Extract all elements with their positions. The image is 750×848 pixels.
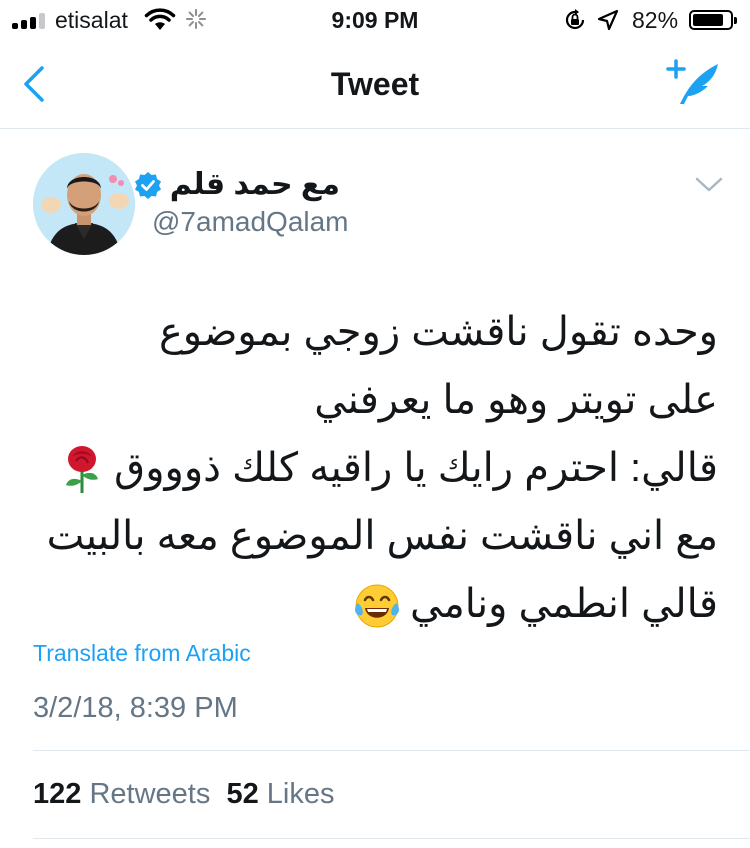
- author-name-row: مع حمد قلم: [134, 167, 340, 202]
- rose-emoji-icon: [66, 446, 99, 494]
- author-handle[interactable]: @7amadQalam: [152, 206, 349, 238]
- likes-stat[interactable]: 52 Likes: [226, 778, 334, 810]
- battery-percent: 82%: [632, 7, 679, 33]
- compose-tweet-icon[interactable]: [666, 58, 722, 108]
- tweet-stats: 122 Retweets 52 Likes: [33, 778, 335, 811]
- tweet-line: على تويتر وهو ما يعرفني: [314, 378, 718, 422]
- chevron-down-icon[interactable]: [694, 176, 724, 194]
- retweets-stat[interactable]: 122 Retweets: [33, 778, 210, 810]
- author-avatar[interactable]: [33, 153, 135, 255]
- tweet-line: مع اني ناقشت نفس الموضوع معه بالبيت: [46, 514, 718, 558]
- tears-of-joy-emoji-icon: [355, 584, 399, 628]
- tweet-line: قالي: احترم رايك يا راقيه كلك ذوووق: [66, 434, 718, 502]
- battery-level-fill: [693, 14, 723, 26]
- author-name[interactable]: مع حمد قلم: [170, 167, 340, 202]
- retweets-count: 122: [33, 778, 82, 810]
- back-chevron-icon[interactable]: [20, 64, 48, 104]
- battery-icon: [689, 10, 737, 30]
- page-title: Tweet: [330, 66, 420, 102]
- verified-badge-icon: [134, 171, 161, 199]
- tweet-text: وحده تقول ناقشت زوجي بموضوع على تويتر وه…: [46, 298, 718, 638]
- nav-bar: Tweet: [0, 40, 750, 129]
- rotation-lock-icon: [565, 9, 585, 30]
- location-arrow-icon: [597, 9, 619, 31]
- divider: [33, 838, 750, 839]
- likes-count: 52: [226, 778, 259, 810]
- tweet-line: قالي انطمي ونامي: [78, 570, 718, 638]
- likes-label: Likes: [266, 778, 335, 810]
- retweets-label: Retweets: [89, 778, 211, 810]
- translate-link[interactable]: Translate from Arabic: [33, 640, 251, 667]
- divider: [33, 750, 750, 751]
- status-bar: etisalat 9:09 PM 82%: [0, 0, 750, 40]
- tweet-line: وحده تقول ناقشت زوجي بموضوع: [158, 310, 718, 354]
- tweet-timestamp: 3/2/18, 8:39 PM: [33, 692, 238, 724]
